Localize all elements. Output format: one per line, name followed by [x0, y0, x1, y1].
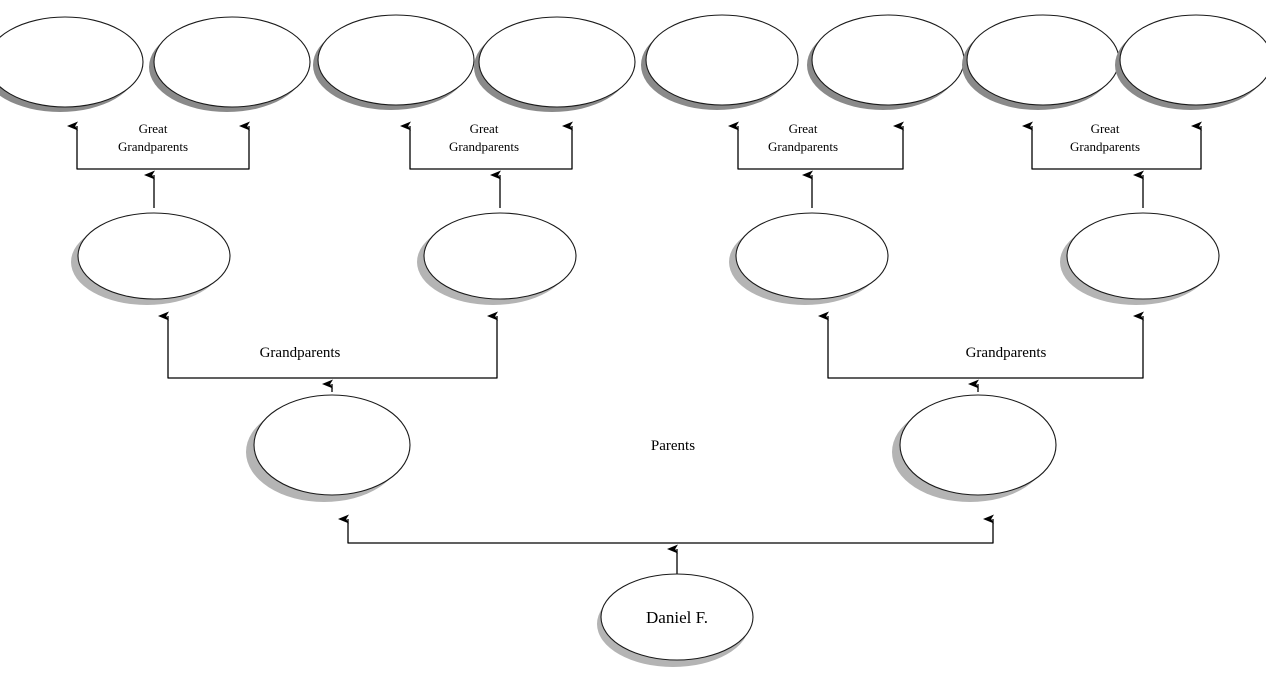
tier-label-line1: Great [789, 121, 818, 136]
node-ellipse[interactable] [77, 212, 231, 300]
node-ellipse[interactable] [899, 394, 1057, 496]
node-ellipse[interactable] [966, 14, 1120, 106]
tier-label-line1: Great [139, 121, 168, 136]
node-ellipse[interactable] [811, 14, 965, 106]
tier-label-parents: Parents [651, 438, 695, 454]
tier-label-grandparents: Grandparents [260, 345, 341, 361]
tier-label-grandparents: Grandparents [966, 345, 1047, 361]
tier-label-line2: Grandparents [449, 139, 519, 154]
node-ellipse[interactable] [253, 394, 411, 496]
node-ellipse[interactable] [645, 14, 799, 106]
node-ellipse[interactable] [735, 212, 889, 300]
node-ellipse[interactable] [423, 212, 577, 300]
node-ellipse[interactable] [478, 16, 636, 108]
node-ellipse[interactable] [1119, 14, 1266, 106]
family-tree-diagram: Daniel F. Great Grandparents Great Grandpar… [0, 0, 1266, 676]
node-ellipse[interactable] [153, 16, 311, 108]
node-ellipse[interactable] [317, 14, 475, 106]
node-ellipse[interactable] [1066, 212, 1220, 300]
node-ellipse[interactable] [0, 16, 144, 108]
tier-label-line1: Great [470, 121, 499, 136]
tier-label-line1: Great [1091, 121, 1120, 136]
tier-label-line2: Grandparents [768, 139, 838, 154]
tier-label-line2: Grandparents [118, 139, 188, 154]
node-label: Daniel F. [646, 608, 708, 627]
tier-label-line2: Grandparents [1070, 139, 1140, 154]
